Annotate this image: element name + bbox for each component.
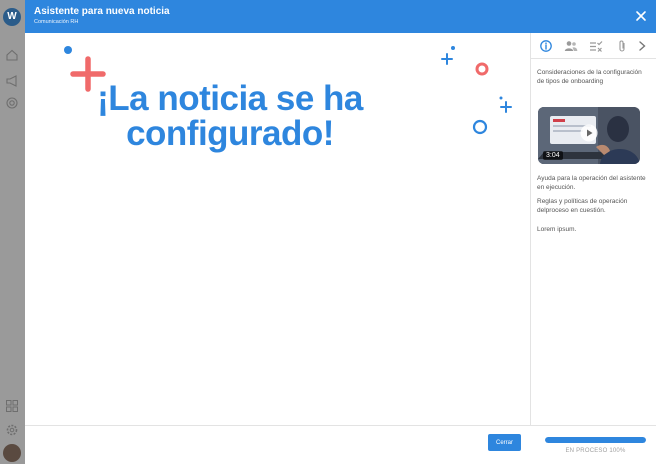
progress-label: EN PROCESO 100% <box>565 448 626 454</box>
support-icon[interactable] <box>5 96 19 110</box>
checklist-icon[interactable] <box>589 39 603 53</box>
video-duration: 3:04 <box>543 151 563 160</box>
close-icon[interactable] <box>634 9 648 23</box>
wizard-title: Asistente para nueva noticia <box>34 6 170 17</box>
help-panel-tabs <box>531 33 656 59</box>
headline-line: configurado! <box>126 114 334 153</box>
confetti-dot <box>64 46 72 54</box>
close-button[interactable]: Cerrar <box>488 434 521 451</box>
attachment-icon[interactable] <box>615 39 629 53</box>
help-paragraph: Reglas y políticas de operación delproce… <box>537 198 628 214</box>
confetti-dot <box>451 46 455 50</box>
confetti-plus <box>441 53 453 65</box>
megaphone-icon[interactable] <box>5 74 19 88</box>
chevron-right-icon[interactable] <box>635 39 649 53</box>
confetti-plus <box>500 101 512 113</box>
help-paragraph: Lorem ipsum. <box>537 226 577 233</box>
gear-icon[interactable] <box>5 423 19 437</box>
wizard-subtitle: Comunicación RH <box>34 19 79 25</box>
success-headline: ¡La noticia se ha configurado! <box>25 81 435 151</box>
help-intro-text: Consideraciones de la configuración de t… <box>537 69 642 85</box>
help-video-thumbnail[interactable]: 3:04 <box>538 107 640 164</box>
home-icon[interactable] <box>5 48 19 62</box>
app-logo[interactable]: W <box>3 8 21 26</box>
play-icon[interactable] <box>580 124 598 142</box>
headline-line: ¡La noticia se ha <box>97 79 363 118</box>
progress-fill <box>545 437 646 443</box>
progress-bar <box>545 437 646 443</box>
wizard-header: Asistente para nueva noticia Comunicació… <box>25 0 656 33</box>
help-paragraph: Ayuda para la operación del asistente en… <box>537 175 646 191</box>
left-rail: W <box>0 0 25 464</box>
users-icon[interactable] <box>564 39 578 53</box>
confetti-ring <box>472 119 488 135</box>
info-icon[interactable] <box>539 39 553 53</box>
help-panel: Consideraciones de la configuración de t… <box>530 33 656 425</box>
confetti-ring <box>475 62 489 76</box>
wizard-footer: Cerrar EN PROCESO 100% <box>25 425 656 464</box>
wizard-content: ¡La noticia se ha configurado! <box>25 33 530 425</box>
confetti-dot <box>499 96 503 100</box>
apps-grid-icon[interactable] <box>5 399 19 413</box>
user-avatar[interactable] <box>3 444 21 462</box>
